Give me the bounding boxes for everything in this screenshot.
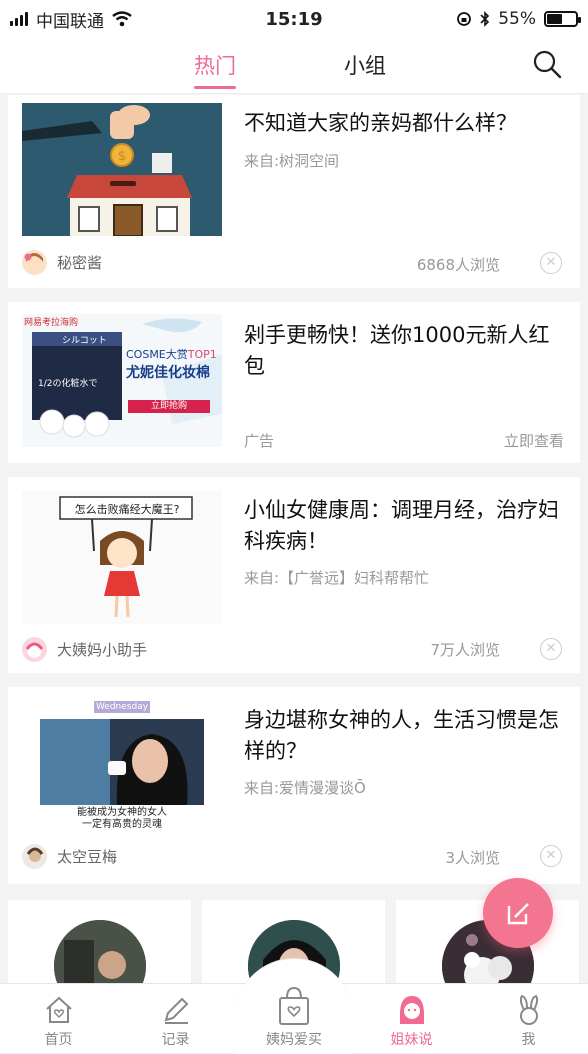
- bunny-icon: [519, 994, 538, 1025]
- bottom-tab-bar: 首页 记录 姨妈爱买 姐妹说 我: [0, 958, 588, 1054]
- tab-record-label: 记录: [161, 1032, 190, 1048]
- close-icon[interactable]: ✕: [540, 638, 562, 660]
- post-card[interactable]: 怎么击败痛经大魔王? 小仙女健康周：调理月经，治疗妇科疾病！ 来自:【广誉远】妇…: [8, 477, 580, 673]
- post-title[interactable]: 剁手更畅快！送你1000元新人红包: [244, 320, 570, 382]
- tab-home-label: 首页: [44, 1032, 73, 1048]
- view-count: 6868人浏览: [416, 256, 500, 274]
- tab-me[interactable]: 我: [470, 984, 587, 1054]
- wifi-icon: [112, 11, 132, 27]
- close-icon[interactable]: ✕: [540, 252, 562, 274]
- top-nav: 热门 小组: [0, 38, 588, 94]
- tab-sisters-label: 姐妹说: [390, 1032, 433, 1048]
- post-author[interactable]: 大姨妈小助手: [22, 637, 147, 662]
- group-avatar: [54, 920, 146, 985]
- tab-hot[interactable]: 热门: [194, 50, 236, 89]
- post-card[interactable]: $ 不知道大家的亲妈都什么样？ 来自:树洞空间 秘密酱 6868人浏览 ✕: [8, 95, 580, 288]
- post-thumbnail: $: [22, 103, 222, 236]
- svg-text:$: $: [118, 149, 126, 164]
- tab-shop[interactable]: 姨妈爱买: [235, 984, 353, 1054]
- ad-image: 网易考拉海购 シルコット 1/2の化粧水で COSME大赏TOP1 尤妮佳化妆棉…: [22, 314, 222, 447]
- ad-slogan: COSME大赏: [126, 348, 188, 361]
- post-source[interactable]: 来自:爱情漫漫谈Ō: [244, 777, 366, 798]
- ad-slogan-highlight: TOP1: [187, 348, 217, 361]
- ad-brand: 网易考拉海购: [24, 318, 79, 328]
- view-count: 3人浏览: [445, 849, 500, 867]
- battery-icon: [544, 11, 581, 27]
- group-card[interactable]: [8, 900, 191, 985]
- post-card[interactable]: Wednesday 能被成为女神的女人 一定有高贵的灵魂 身边堪称女神的人，生活…: [8, 687, 580, 884]
- post-source[interactable]: 来自:【广誉远】妇科帮帮忙: [244, 567, 429, 588]
- post-thumbnail: Wednesday 能被成为女神的女人 一定有高贵的灵魂: [22, 699, 222, 832]
- shopping-bag-icon: [279, 986, 309, 1025]
- edit-icon: [507, 903, 529, 925]
- pencil-icon: [164, 997, 188, 1024]
- feed-list[interactable]: $ 不知道大家的亲妈都什么样？ 来自:树洞空间 秘密酱 6868人浏览 ✕ 网易…: [0, 95, 588, 985]
- image-tag: Wednesday: [95, 702, 149, 712]
- search-icon[interactable]: [532, 49, 562, 79]
- tab-shop-label: 姨妈爱买: [266, 1032, 322, 1048]
- author-name: 太空豆梅: [57, 848, 118, 866]
- ad-view-link[interactable]: 立即查看: [504, 430, 564, 451]
- ad-label: 广告: [244, 432, 275, 450]
- bluetooth-icon: [480, 11, 490, 27]
- ad-slogan-product: 尤妮佳化妆棉: [126, 365, 210, 381]
- tab-record[interactable]: 记录: [117, 984, 234, 1054]
- post-title[interactable]: 不知道大家的亲妈都什么样？: [244, 108, 570, 139]
- close-icon[interactable]: ✕: [540, 845, 562, 867]
- view-count: 7万人浏览: [430, 641, 500, 659]
- post-title[interactable]: 身边堪称女神的人，生活习惯是怎样的？: [244, 705, 570, 767]
- compose-button[interactable]: [483, 878, 553, 948]
- carrier-label: 中国联通: [36, 11, 104, 32]
- ad-buy-button[interactable]: 立即抢购: [128, 400, 210, 413]
- avatar: [22, 844, 47, 869]
- image-caption: 一定有高贵的灵魂: [82, 819, 162, 830]
- girl-face-icon: [399, 996, 424, 1024]
- status-bar: 中国联通 15:19 55%: [0, 0, 588, 38]
- tab-group[interactable]: 小组: [344, 50, 386, 80]
- post-author[interactable]: 太空豆梅: [22, 844, 117, 869]
- signal-icon: [10, 12, 28, 26]
- post-thumbnail: 怎么击败痛经大魔王?: [22, 491, 222, 624]
- post-source[interactable]: 来自:树洞空间: [244, 150, 339, 171]
- author-name: 秘密酱: [57, 254, 103, 272]
- tab-me-label: 我: [521, 1032, 536, 1048]
- battery-percent: 55%: [498, 9, 536, 29]
- home-icon: [45, 996, 72, 1023]
- clock: 15:19: [265, 8, 323, 30]
- tab-home[interactable]: 首页: [0, 984, 117, 1054]
- image-sign-text: 怎么击败痛经大魔王?: [74, 503, 180, 516]
- image-caption: 能被成为女神的女人: [77, 807, 167, 818]
- ad-product: シルコット: [62, 336, 107, 346]
- rotation-lock-icon: [457, 12, 472, 26]
- avatar: [22, 637, 47, 662]
- ad-card[interactable]: 网易考拉海购 シルコット 1/2の化粧水で COSME大赏TOP1 尤妮佳化妆棉…: [8, 302, 580, 463]
- post-title[interactable]: 小仙女健康周：调理月经，治疗妇科疾病！: [244, 495, 570, 557]
- post-author[interactable]: 秘密酱: [22, 250, 102, 275]
- tab-sisters[interactable]: 姐妹说: [353, 984, 470, 1054]
- ad-fraction: 1/2の化粧水で: [38, 379, 98, 389]
- avatar: [22, 250, 47, 275]
- author-name: 大姨妈小助手: [57, 641, 148, 659]
